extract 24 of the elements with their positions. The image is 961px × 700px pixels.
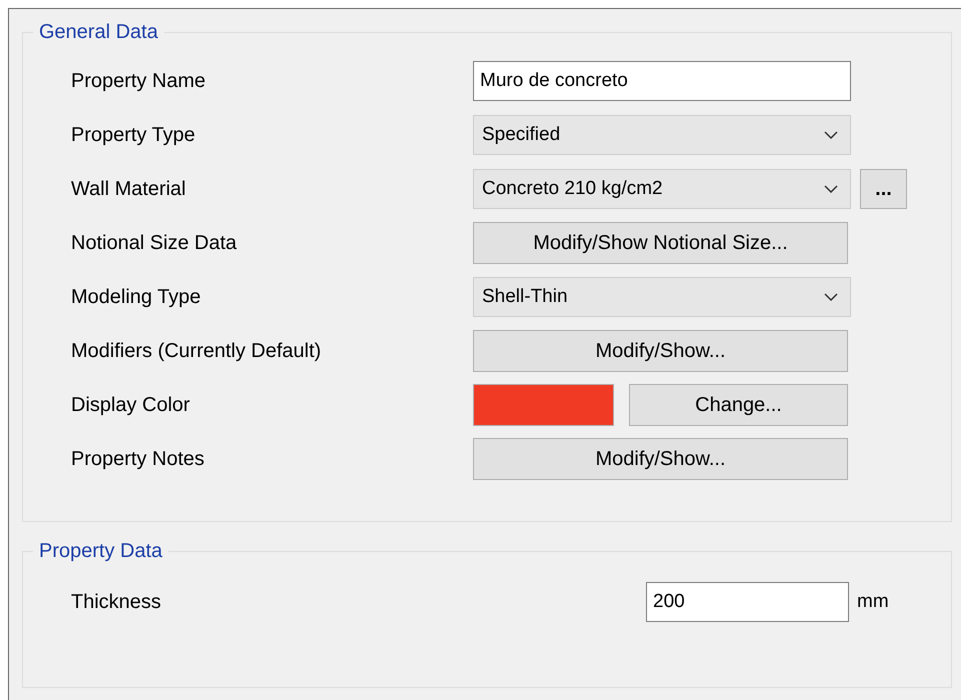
- field-label: Modifiers (Currently Default): [71, 339, 322, 364]
- field-label: Notional Size Data: [71, 231, 238, 256]
- text-field[interactable]: 200: [646, 582, 849, 622]
- chevron-down-icon: [824, 185, 838, 193]
- field-label: Property Name: [71, 69, 206, 94]
- field-label: Property Type: [71, 123, 196, 148]
- change-button[interactable]: Change...: [629, 384, 848, 426]
- ellipsis-button[interactable]: ...: [860, 169, 907, 209]
- action-button[interactable]: Modify/Show...: [473, 330, 848, 372]
- dropdown[interactable]: Shell-Thin: [473, 277, 851, 317]
- unit-label: mm: [857, 590, 889, 614]
- field-label: Modeling Type: [71, 285, 202, 310]
- dropdown[interactable]: Specified: [473, 115, 851, 155]
- text-field[interactable]: Muro de concreto: [473, 61, 851, 101]
- dropdown[interactable]: Concreto 210 kg/cm2: [473, 169, 851, 209]
- chevron-down-icon: [824, 131, 838, 139]
- action-button[interactable]: Modify/Show...: [473, 438, 848, 480]
- chevron-down-icon: [824, 293, 838, 301]
- field-label: Thickness: [71, 590, 162, 615]
- action-button[interactable]: Modify/Show Notional Size...: [473, 222, 848, 264]
- color-swatch[interactable]: [473, 384, 614, 426]
- field-label: Property Notes: [71, 447, 206, 472]
- field-label: Wall Material: [71, 177, 187, 202]
- field-label: Display Color: [71, 393, 191, 418]
